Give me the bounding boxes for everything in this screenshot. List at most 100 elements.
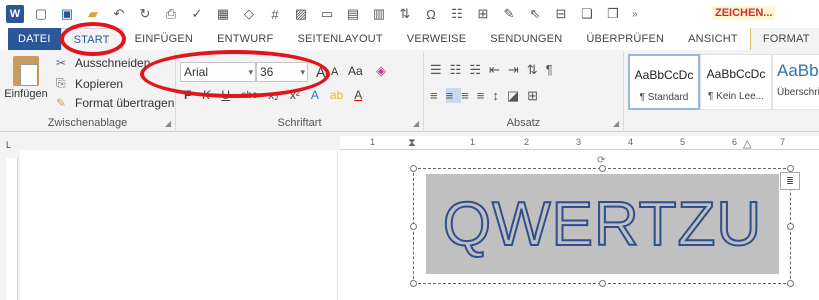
- chevron-down-icon[interactable]: ▾: [300, 63, 305, 81]
- new-document-icon[interactable]: ▢: [32, 5, 50, 23]
- tab-entwurf[interactable]: ENTWURF: [205, 28, 285, 50]
- font-size-combobox[interactable]: 36 ▾: [256, 62, 308, 82]
- select-icon[interactable]: ⇖: [526, 5, 544, 23]
- tab-sendungen[interactable]: SENDUNGEN: [478, 28, 574, 50]
- style-standard[interactable]: AaBbCcDc ¶ Standard: [628, 54, 700, 110]
- borders-icon[interactable]: ⊞: [527, 88, 546, 103]
- font-format-row: F K U abc x₂ x² A ab A: [184, 88, 373, 102]
- spelling-icon[interactable]: ✓: [188, 5, 206, 23]
- strikethrough-button[interactable]: abc: [241, 90, 257, 101]
- textbox-icon[interactable]: ▥: [370, 5, 388, 23]
- text-effects-button[interactable]: A: [311, 88, 319, 102]
- resize-handle[interactable]: [787, 165, 794, 172]
- style-sample: AaBbCcDc: [634, 68, 694, 82]
- clear-formatting-icon[interactable]: ◈: [376, 63, 386, 79]
- tab-verweise[interactable]: VERWEISE: [395, 28, 478, 50]
- subscript-button[interactable]: x₂: [268, 88, 279, 102]
- bullets-icon[interactable]: ☰: [430, 62, 450, 77]
- increase-indent-icon[interactable]: ⇥: [508, 62, 527, 77]
- tab-start[interactable]: START: [60, 28, 123, 50]
- ruler-number: 1: [470, 137, 476, 147]
- open-folder-icon[interactable]: ▰: [84, 5, 102, 23]
- table-icon[interactable]: ▦: [214, 5, 232, 23]
- bold-button[interactable]: F: [184, 88, 191, 102]
- tab-datei[interactable]: DATEI: [8, 28, 61, 50]
- font-launcher-icon[interactable]: ◢: [413, 119, 419, 128]
- frame-icon[interactable]: ▭: [318, 5, 336, 23]
- font-name-combobox[interactable]: Arial ▾: [180, 62, 256, 82]
- image-icon[interactable]: ▤: [344, 5, 362, 23]
- font-color-button[interactable]: A: [354, 88, 362, 102]
- resize-handle[interactable]: [599, 280, 606, 287]
- grid-icon[interactable]: ⊟: [552, 5, 570, 23]
- resize-handle[interactable]: [599, 165, 606, 172]
- resize-handle[interactable]: [410, 165, 417, 172]
- undo-icon[interactable]: ↶: [110, 5, 128, 23]
- shapes-icon[interactable]: ◇: [240, 5, 258, 23]
- tab-ueberpruefen[interactable]: ÜBERPRÜFEN: [574, 28, 676, 50]
- horizontal-ruler[interactable]: 1 ⧗ 1 2 3 4 5 6 △ 7: [340, 136, 819, 150]
- line-spacing-icon[interactable]: ↕: [492, 88, 507, 103]
- hash-icon[interactable]: #: [266, 5, 284, 23]
- superscript-button[interactable]: x²: [290, 88, 300, 102]
- wordart-shape[interactable]: QWERTZU: [426, 174, 779, 274]
- rotate-handle-icon[interactable]: ⟳: [597, 155, 605, 166]
- columns-icon[interactable]: ☷: [448, 5, 466, 23]
- style-heading[interactable]: AaBbC Überschrif: [772, 54, 819, 110]
- arrange-icon[interactable]: ❏: [578, 5, 596, 23]
- format-painter-button[interactable]: ✎ Format übertragen: [56, 96, 174, 110]
- format-painter-qat-icon[interactable]: ✎: [500, 5, 518, 23]
- copy-button[interactable]: ⎘ Kopieren: [56, 76, 123, 91]
- tab-selector-icon[interactable]: L: [6, 140, 16, 150]
- wordart-text[interactable]: QWERTZU: [442, 189, 762, 260]
- save-icon[interactable]: ▣: [58, 5, 76, 23]
- tab-einfuegen[interactable]: EINFÜGEN: [123, 28, 205, 50]
- document-page[interactable]: ⟳ QWERTZU: [20, 150, 819, 300]
- right-indent-marker-icon[interactable]: △: [743, 137, 751, 150]
- shading-icon[interactable]: ◪: [507, 88, 527, 103]
- print-preview-icon[interactable]: ⎙: [162, 5, 180, 23]
- cut-label: Ausschneiden: [75, 56, 151, 70]
- align-center-icon[interactable]: ≡: [445, 88, 462, 103]
- more-commands-icon[interactable]: »: [632, 9, 638, 20]
- layout-icon[interactable]: ⊞: [474, 5, 492, 23]
- chevron-down-icon[interactable]: ▾: [248, 63, 253, 81]
- page-margin-area: [20, 150, 338, 300]
- resize-handle[interactable]: [410, 280, 417, 287]
- redo-icon[interactable]: ↻: [136, 5, 154, 23]
- highlight-icon[interactable]: ab: [330, 88, 343, 102]
- list-buttons-row: ☰☷☵⇤⇥⇅¶: [430, 62, 561, 78]
- decrease-indent-icon[interactable]: ⇤: [489, 62, 508, 77]
- paragraph-launcher-icon[interactable]: ◢: [613, 119, 619, 128]
- align-right-icon[interactable]: ≡: [461, 88, 477, 103]
- pilcrow-icon[interactable]: ¶: [546, 62, 561, 77]
- underline-button[interactable]: U: [221, 88, 230, 102]
- italic-button[interactable]: K: [202, 88, 210, 102]
- tab-ansicht[interactable]: ANSICHT: [676, 28, 750, 50]
- indent-marker-icon[interactable]: ⧗: [408, 137, 416, 150]
- layout-options-icon[interactable]: ≣: [780, 172, 800, 190]
- resize-handle[interactable]: [410, 223, 417, 230]
- group-icon[interactable]: ❐: [604, 5, 622, 23]
- picture-icon[interactable]: ▨: [292, 5, 310, 23]
- vertical-ruler[interactable]: [6, 158, 18, 300]
- sort-icon[interactable]: ⇅: [396, 5, 414, 23]
- grow-font-icon[interactable]: A: [316, 64, 325, 80]
- paste-button[interactable]: Einfügen: [4, 56, 48, 100]
- shrink-font-icon[interactable]: A: [331, 66, 338, 78]
- cut-button[interactable]: ✂ Ausschneiden: [56, 56, 150, 70]
- symbol-icon[interactable]: Ω: [422, 5, 440, 23]
- style-no-spacing[interactable]: AaBbCcDc ¶ Kein Lee...: [700, 54, 772, 110]
- tab-format[interactable]: FORMAT: [749, 28, 819, 50]
- align-left-icon[interactable]: ≡: [430, 88, 446, 103]
- resize-handle[interactable]: [787, 280, 794, 287]
- drawing-tools-label: ZEICHEN...: [712, 6, 776, 20]
- multilevel-list-icon[interactable]: ☵: [469, 62, 489, 77]
- resize-handle[interactable]: [787, 223, 794, 230]
- tab-seitenlayout[interactable]: SEITENLAYOUT: [285, 28, 394, 50]
- numbering-icon[interactable]: ☷: [450, 62, 470, 77]
- change-case-button[interactable]: Aa: [348, 64, 363, 78]
- clipboard-launcher-icon[interactable]: ◢: [165, 119, 171, 128]
- justify-icon[interactable]: ≡: [477, 88, 493, 103]
- sort-text-icon[interactable]: ⇅: [527, 62, 546, 77]
